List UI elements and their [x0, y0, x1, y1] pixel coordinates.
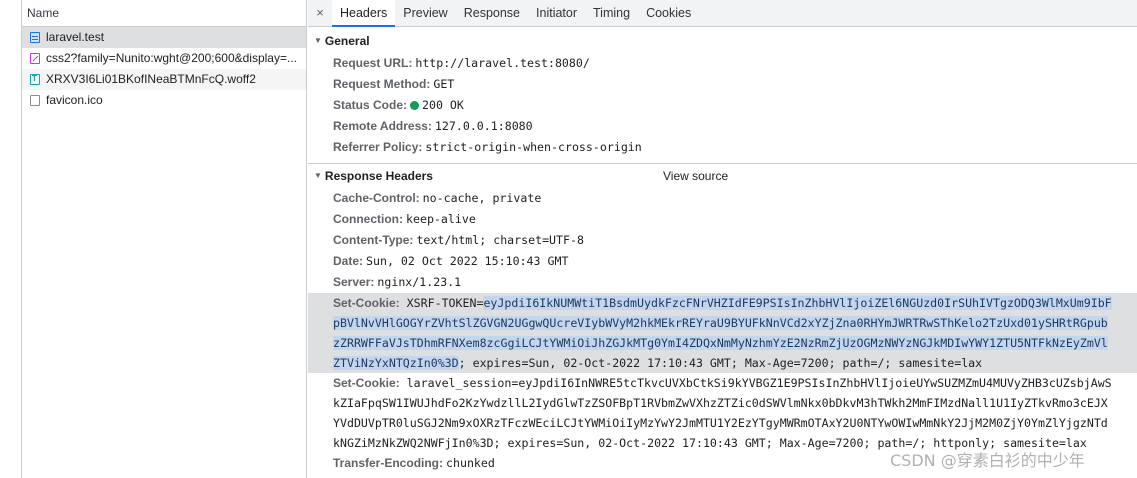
tab-headers[interactable]: Headers [332, 0, 396, 27]
request-row-favicon[interactable]: favicon.ico [22, 90, 306, 111]
header-value: GET [433, 77, 455, 91]
general-section: ▼ General Request URL: http://laravel.tes… [308, 27, 1137, 158]
cookie-line: Set-Cookie: XSRF-TOKEN=eyJpdiI6IkNUMWtiT… [333, 293, 1133, 313]
stylesheet-icon [30, 53, 40, 64]
header-key: Cache-Control: [333, 191, 420, 205]
header-value: 200 OK [422, 98, 464, 112]
document-icon [30, 32, 40, 43]
cookie-line: ZTViNzYxNTQzIn0%3D; expires=Sun, 02-Oct-… [333, 353, 1133, 373]
cookie-line: pBVlNvVHlGOGYrZVhtSlZGVGN2UGgwQUcreVIybW… [333, 313, 1133, 333]
request-list-panel: Name laravel.test css2?family=Nunito:wgh… [21, 0, 307, 478]
general-title: General [324, 34, 370, 48]
name-column-header[interactable]: Name [22, 0, 306, 27]
header-key: Content-Type: [333, 233, 414, 247]
header-key: Transfer-Encoding: [333, 456, 444, 470]
server-row: Server: nginx/1.23.1 [308, 272, 1137, 293]
selected-text: pBVlNvVHlGOGYrZVhtSlZGVGN2UGgwQUcreVIybW… [333, 316, 1108, 330]
header-key: Referrer Policy: [333, 140, 423, 154]
header-value: no-cache, private [422, 191, 542, 205]
header-key: Server: [333, 275, 375, 289]
cookie-attributes: ; expires=Sun, 02-Oct-2022 17:10:43 GMT;… [458, 356, 983, 370]
tab-timing[interactable]: Timing [585, 0, 638, 26]
cookie-line: YVdDUVpTR0luSGJ2Nm9xOXRzTFczWEciLCJtYWMi… [333, 416, 1108, 430]
file-icon [30, 95, 40, 106]
date-row: Date: Sun, 02 Oct 2022 15:10:43 GMT [308, 251, 1137, 272]
cookie-line: zZRRWFFaVJsTDhmRFNXem8zcGgiLCJtYWMiOiJhZ… [333, 333, 1133, 353]
header-value: text/html; charset=UTF-8 [416, 233, 584, 247]
cookie-line: Set-Cookie: laravel_session=eyJpdiI6InNW… [333, 373, 1133, 393]
set-cookie-session-row: Set-Cookie: laravel_session=eyJpdiI6InNW… [308, 373, 1137, 453]
remote-address-row: Remote Address: 127.0.0.1:8080 [308, 116, 1137, 137]
status-code-row: Status Code: 200 OK [308, 95, 1137, 116]
tab-cookies[interactable]: Cookies [638, 0, 699, 26]
status-ok-icon [410, 101, 420, 110]
request-row-css2[interactable]: css2?family=Nunito:wght@200;600&display=… [22, 48, 306, 69]
header-key: Date: [333, 254, 364, 268]
tab-initiator[interactable]: Initiator [528, 0, 585, 26]
selected-text: eyJpdiI6IkNUMWtiT1BsdmUydkFzcFNrVHZIdFE9… [483, 296, 1112, 310]
request-details-panel: × Headers Preview Response Initiator Tim… [308, 0, 1137, 478]
header-key: Remote Address: [333, 119, 432, 133]
request-name: laravel.test [46, 30, 105, 44]
cache-control-row: Cache-Control: no-cache, private [308, 188, 1137, 209]
header-value: nginx/1.23.1 [377, 275, 462, 289]
request-method-row: Request Method: GET [308, 74, 1137, 95]
response-headers-toggle[interactable]: ▼ Response Headers View source [308, 164, 1137, 188]
header-value: 127.0.0.1:8080 [434, 119, 533, 133]
general-section-toggle[interactable]: ▼ General [308, 29, 1137, 53]
request-url-row: Request URL: http://laravel.test:8080/ [308, 53, 1137, 74]
triangle-down-icon: ▼ [314, 36, 322, 45]
header-value: chunked [446, 456, 495, 470]
header-key: Set-Cookie: [333, 376, 400, 390]
request-row-laravel-test[interactable]: laravel.test [22, 27, 306, 48]
connection-row: Connection: keep-alive [308, 209, 1137, 230]
view-source-link[interactable]: View source [663, 164, 728, 188]
header-key: Status Code: [333, 98, 408, 112]
header-value: strict-origin-when-cross-origin [425, 140, 642, 154]
watermark: CSDN @穿素白衫的中少年 [890, 451, 1085, 470]
selected-text: zZRRWFFaVJsTDhmRFNXem8zcGgiLCJtYWMiOiJhZ… [333, 336, 1108, 350]
xsrf-token-name: XSRF-TOKEN= [406, 296, 484, 310]
content-type-row: Content-Type: text/html; charset=UTF-8 [308, 230, 1137, 251]
request-name: favicon.ico [46, 93, 103, 107]
close-icon[interactable]: × [308, 0, 332, 26]
selected-text: ZTViNzYxNTQzIn0%3D [333, 356, 459, 370]
header-key: Request URL: [333, 56, 413, 70]
referrer-policy-row: Referrer Policy: strict-origin-when-cross… [308, 137, 1137, 158]
cookie-line: kZIaFpqSW1IWUJhdFo2KzYwdzllL2IydGlwTzZSO… [333, 396, 1108, 410]
header-value: Sun, 02 Oct 2022 15:10:43 GMT [366, 254, 569, 268]
header-value: keep-alive [406, 212, 476, 226]
header-key: Request Method: [333, 77, 431, 91]
font-icon [30, 73, 40, 85]
header-key: Set-Cookie: [333, 296, 400, 310]
response-headers-title: Response Headers [324, 169, 433, 183]
header-value: laravel_session=eyJpdiI6InNWRE5tcTkvcUVX… [406, 376, 1112, 390]
request-row-woff2[interactable]: XRXV3I6Li01BKofINeaBTMnFcQ.woff2 [22, 69, 306, 90]
triangle-down-icon: ▼ [314, 171, 322, 180]
tab-preview[interactable]: Preview [395, 0, 455, 26]
details-tab-bar: × Headers Preview Response Initiator Tim… [308, 0, 1137, 27]
request-name: css2?family=Nunito:wght@200;600&display=… [46, 51, 297, 65]
set-cookie-xsrf-row[interactable]: Set-Cookie: XSRF-TOKEN=eyJpdiI6IkNUMWtiT… [308, 293, 1137, 373]
header-value: http://laravel.test:8080/ [415, 56, 590, 70]
header-key: Connection: [333, 212, 403, 226]
request-name: XRXV3I6Li01BKofINeaBTMnFcQ.woff2 [46, 72, 256, 86]
tab-response[interactable]: Response [456, 0, 528, 26]
response-headers-section: ▼ Response Headers View source Cache-Con… [308, 164, 1137, 474]
